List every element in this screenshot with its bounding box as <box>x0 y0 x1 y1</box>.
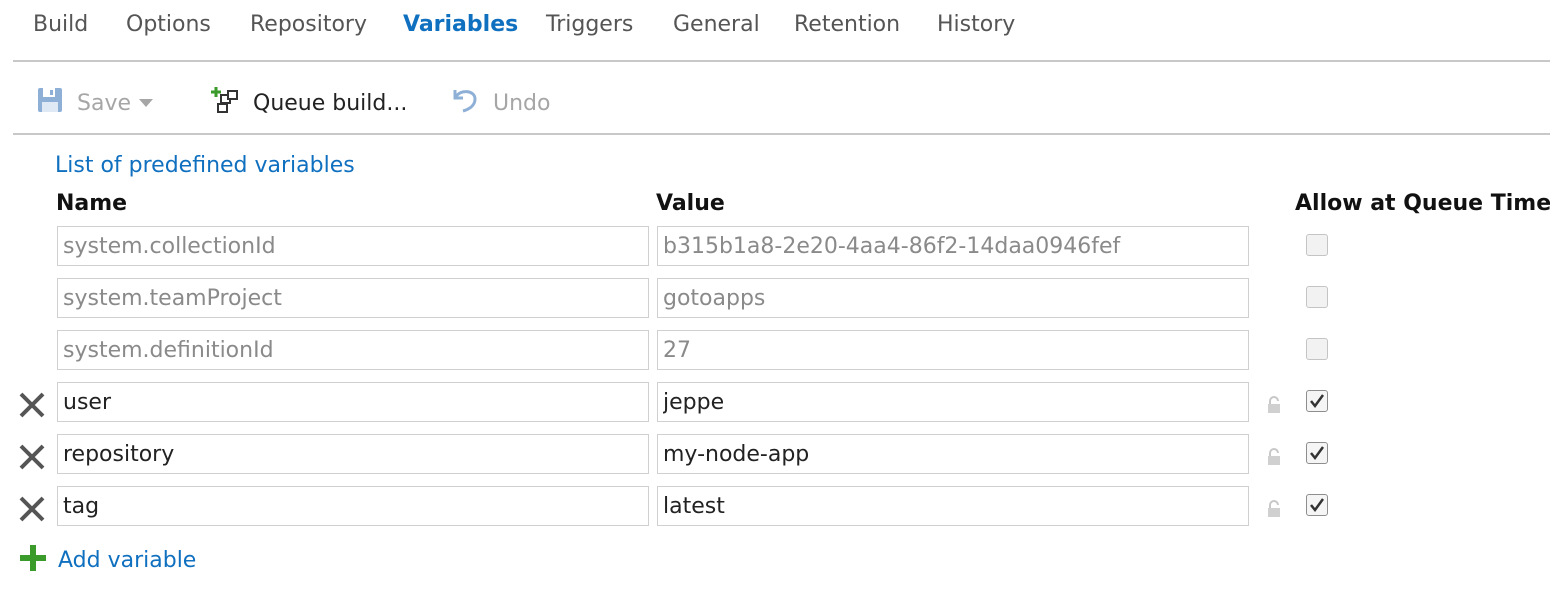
chevron-down-icon[interactable] <box>139 99 154 107</box>
allow-queue-time-checkbox[interactable] <box>1306 494 1328 516</box>
tab-triggers[interactable]: Triggers <box>546 12 633 37</box>
variable-row <box>0 434 1550 478</box>
add-variable-button[interactable]: Add variable <box>18 543 196 577</box>
tab-retention[interactable]: Retention <box>794 12 900 37</box>
tab-options[interactable]: Options <box>126 12 211 37</box>
undo-label: Undo <box>493 90 551 116</box>
delete-x-icon[interactable] <box>17 390 47 420</box>
column-header-value: Value <box>656 191 725 216</box>
variable-row <box>0 278 1550 322</box>
undo-button[interactable]: Undo <box>451 88 550 118</box>
variable-row <box>0 226 1550 270</box>
allow-queue-time-checkbox <box>1306 286 1328 308</box>
queue-build-label: Queue build... <box>253 90 408 116</box>
variable-name-field <box>57 278 649 318</box>
predefined-variables-link[interactable]: List of predefined variables <box>55 153 355 178</box>
allow-queue-time-checkbox <box>1306 338 1328 360</box>
variable-name-field <box>57 330 649 370</box>
variable-value-field[interactable] <box>657 434 1249 474</box>
variable-name-field[interactable] <box>57 434 649 474</box>
queue-build-button[interactable]: Queue build... <box>211 86 408 120</box>
tab-general[interactable]: General <box>673 12 760 37</box>
variable-name-field <box>57 226 649 266</box>
undo-icon <box>451 86 479 120</box>
tab-bar: Build Options Repository Variables Trigg… <box>13 0 1550 62</box>
delete-x-icon[interactable] <box>17 494 47 524</box>
delete-x-icon[interactable] <box>17 442 47 472</box>
lock-icon[interactable] <box>1266 500 1282 518</box>
variable-value-field <box>657 226 1249 266</box>
tab-repository[interactable]: Repository <box>250 12 367 37</box>
tab-history[interactable]: History <box>937 12 1015 37</box>
lock-icon[interactable] <box>1266 448 1282 466</box>
save-button[interactable]: Save <box>37 87 154 119</box>
variable-value-field[interactable] <box>657 382 1249 422</box>
variable-value-field <box>657 278 1249 318</box>
column-header-allow-queue-time: Allow at Queue Time <box>1295 191 1550 216</box>
column-header-name: Name <box>56 191 128 216</box>
allow-queue-time-checkbox[interactable] <box>1306 442 1328 464</box>
lock-icon[interactable] <box>1266 396 1282 414</box>
variable-value-field <box>657 330 1249 370</box>
variable-row <box>0 330 1550 374</box>
tab-build[interactable]: Build <box>33 12 88 37</box>
plus-icon <box>18 543 48 577</box>
tab-variables[interactable]: Variables <box>403 12 518 37</box>
queue-build-icon <box>211 86 239 120</box>
allow-queue-time-checkbox <box>1306 234 1328 256</box>
allow-queue-time-checkbox[interactable] <box>1306 390 1328 412</box>
toolbar: Save Queue build... Undo <box>13 62 1550 135</box>
variable-value-field[interactable] <box>657 486 1249 526</box>
add-variable-label: Add variable <box>58 547 197 573</box>
save-icon <box>37 87 63 119</box>
variable-name-field[interactable] <box>57 486 649 526</box>
variable-row <box>0 486 1550 530</box>
variable-name-field[interactable] <box>57 382 649 422</box>
save-label: Save <box>77 90 132 116</box>
variable-row <box>0 382 1550 426</box>
